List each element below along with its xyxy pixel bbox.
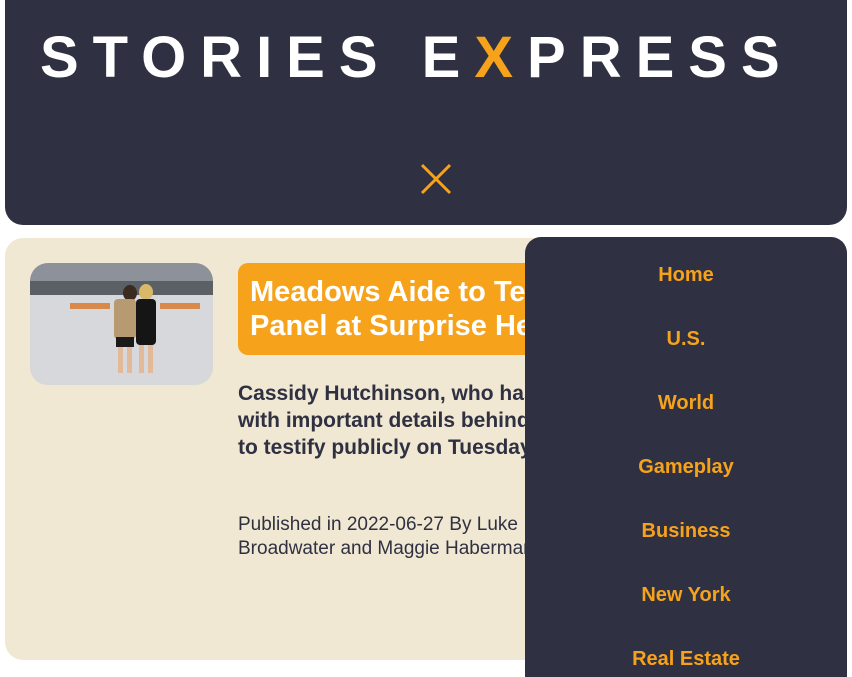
- site-logo[interactable]: STORIES EXPRESS: [40, 28, 794, 88]
- site-header: STORIES EXPRESS: [5, 0, 847, 225]
- published-label: Published in: [238, 514, 342, 535]
- logo-accent-letter: X: [474, 25, 528, 90]
- logo-text-start: STORIES E: [40, 25, 475, 90]
- menu-item-gameplay[interactable]: Gameplay: [525, 455, 847, 479]
- menu-item-real-estate[interactable]: Real Estate: [525, 647, 847, 671]
- nav-menu: Home U.S. World Gameplay Business New Yo…: [525, 237, 847, 677]
- article-photo: [30, 263, 213, 385]
- menu-item-home[interactable]: Home: [525, 263, 847, 287]
- menu-item-new-york[interactable]: New York: [525, 583, 847, 607]
- menu-item-business[interactable]: Business: [525, 519, 847, 543]
- article-image[interactable]: [30, 263, 213, 385]
- menu-item-us[interactable]: U.S.: [525, 327, 847, 351]
- close-menu-button[interactable]: [417, 160, 455, 198]
- close-icon: [420, 163, 452, 195]
- article-meta: Published in 2022-06-27 By Luke Broadwat…: [238, 513, 538, 561]
- by-label: By: [449, 514, 472, 535]
- publish-date: 2022-06-27: [346, 514, 445, 535]
- menu-item-world[interactable]: World: [525, 391, 847, 415]
- logo-text-end: PRESS: [527, 25, 794, 90]
